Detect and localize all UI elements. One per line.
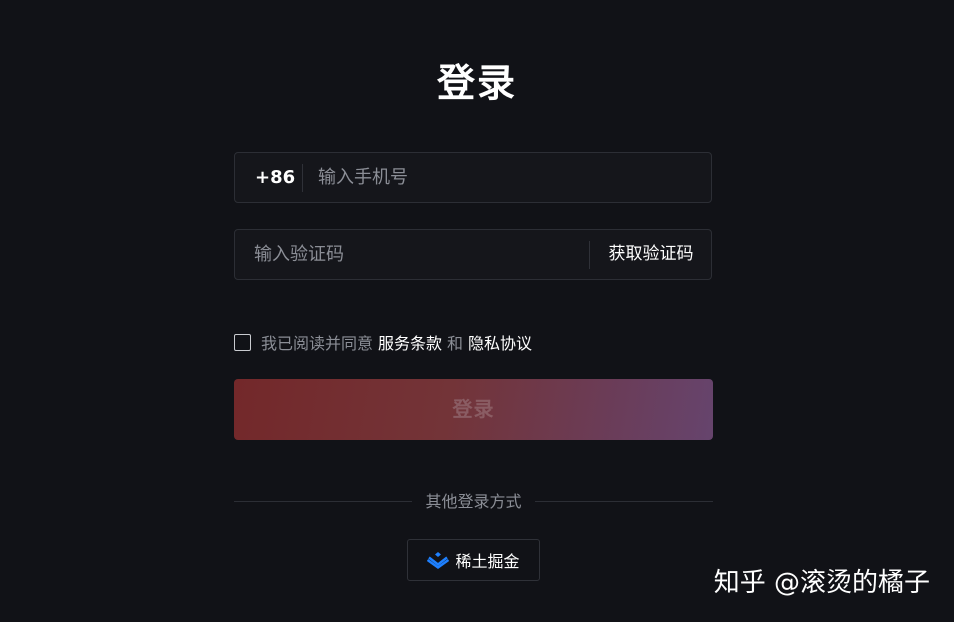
page-title: 登录 bbox=[436, 61, 517, 105]
terms-link[interactable]: 服务条款 bbox=[378, 330, 442, 354]
juejin-login-button[interactable]: 稀土掘金 bbox=[407, 539, 540, 581]
phone-input[interactable] bbox=[318, 153, 698, 202]
juejin-logo-icon bbox=[427, 551, 450, 569]
other-login-label: 其他登录方式 bbox=[425, 492, 522, 511]
divider-line bbox=[535, 501, 713, 502]
phone-field: +86 bbox=[234, 152, 712, 203]
watermark: 知乎 @滚烫的橘子 bbox=[713, 568, 930, 598]
divider bbox=[302, 164, 303, 192]
juejin-label: 稀土掘金 bbox=[455, 552, 520, 571]
other-login-divider: 其他登录方式 bbox=[234, 490, 713, 514]
agreement-and: 和 bbox=[447, 334, 464, 353]
agreement-checkbox[interactable] bbox=[234, 333, 251, 351]
verification-code-input[interactable] bbox=[254, 230, 574, 279]
login-button[interactable]: 登录 bbox=[234, 379, 713, 440]
agreement-prefix: 我已阅读并同意 bbox=[261, 334, 374, 353]
agreement-row: 我已阅读并同意 服务条款 和 隐私协议 bbox=[234, 331, 532, 353]
privacy-link[interactable]: 隐私协议 bbox=[468, 330, 532, 354]
verification-code-field: 获取验证码 bbox=[234, 229, 712, 280]
country-code-selector[interactable]: +86 bbox=[255, 153, 295, 202]
get-code-button[interactable]: 获取验证码 bbox=[590, 230, 712, 279]
